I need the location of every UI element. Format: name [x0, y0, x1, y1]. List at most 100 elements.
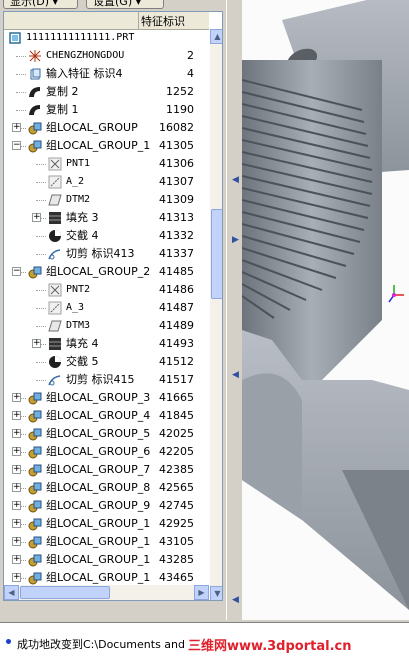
expand-node-icon[interactable]: + — [12, 501, 21, 510]
group-icon — [28, 463, 42, 477]
tree-row-feature-id: 4 — [187, 67, 194, 80]
tree-row-feature-id: 41489 — [159, 319, 194, 332]
tree-row[interactable]: + 组LOCAL_GROUP_9 42745 — [4, 497, 209, 515]
tree-row[interactable]: + 填充 3 41313 — [4, 209, 209, 227]
group-icon — [28, 139, 42, 153]
tree-row[interactable]: A_2 41307 — [4, 173, 209, 191]
tree-connector-line — [36, 164, 46, 165]
expand-node-icon[interactable]: + — [12, 555, 21, 564]
tree-row[interactable]: + 组LOCAL_GROUP_1 43285 — [4, 551, 209, 569]
tree-connector-line — [36, 254, 46, 255]
status-message: 成功地改变到C:\Documents and — [17, 638, 186, 651]
horizontal-scroll-thumb[interactable] — [20, 586, 110, 599]
tree-row[interactable]: PNT1 41306 — [4, 155, 209, 173]
tree-row[interactable]: 输入特征 标识4 4 — [4, 65, 209, 83]
tree-row-label: 组LOCAL_GROUP — [46, 121, 138, 134]
graphics-viewport[interactable] — [242, 0, 409, 620]
tree-horizontal-scrollbar[interactable]: ◀ ▶ — [4, 585, 209, 600]
expand-node-icon[interactable]: + — [12, 447, 21, 456]
splitter-arrow-icon[interactable]: ◀ — [232, 175, 239, 185]
tree-row-label: 组LOCAL_GROUP_7 — [46, 463, 151, 476]
tree-row[interactable]: + 组LOCAL_GROUP_6 42205 — [4, 443, 209, 461]
expand-node-icon[interactable]: + — [12, 429, 21, 438]
splitter-arrow-icon[interactable]: ▶ — [232, 235, 239, 245]
tree-row[interactable]: + 填充 4 41493 — [4, 335, 209, 353]
tree-vertical-scrollbar[interactable]: ▲ ▼ — [210, 29, 222, 600]
tree-row[interactable]: + 组LOCAL_GROUP_5 42025 — [4, 425, 209, 443]
copy-surface-icon — [28, 103, 42, 117]
expand-node-icon[interactable]: + — [12, 573, 21, 582]
tree-row[interactable]: + 组LOCAL_GROUP_7 42385 — [4, 461, 209, 479]
tree-row-label: 组LOCAL_GROUP_1 — [46, 517, 151, 530]
tree-row-label: PNT1 — [66, 158, 91, 169]
tree-row[interactable]: + 组LOCAL_GROUP_1 43105 — [4, 533, 209, 551]
tree-row-feature-id: 16082 — [159, 121, 194, 134]
expand-node-icon[interactable]: + — [12, 537, 21, 546]
tree-row[interactable]: 切剪 标识413 41337 — [4, 245, 209, 263]
tree-row-label: 组LOCAL_GROUP_4 — [46, 409, 151, 422]
scroll-down-arrow-icon[interactable]: ▼ — [210, 586, 222, 600]
tree-row[interactable]: + 组LOCAL_GROUP_4 41845 — [4, 407, 209, 425]
tree-row[interactable]: + 组LOCAL_GROUP 16082 — [4, 119, 209, 137]
tree-row-label: 交截 5 — [66, 355, 99, 368]
expand-node-icon[interactable]: + — [32, 339, 41, 348]
settings-menu-button[interactable]: 设置(G) ▾ — [86, 0, 164, 9]
tree-row-label: 复制 1 — [46, 103, 79, 116]
tree-row[interactable]: − 组LOCAL_GROUP_2 41485 — [4, 263, 209, 281]
expand-node-icon[interactable]: + — [12, 411, 21, 420]
expand-node-icon[interactable]: + — [12, 519, 21, 528]
tree-row[interactable]: 复制 1 1190 — [4, 101, 209, 119]
tree-row[interactable]: + 组LOCAL_GROUP_1 42925 — [4, 515, 209, 533]
expand-node-icon[interactable]: + — [12, 393, 21, 402]
tree-row[interactable]: CHENGZHONGDOU 2 — [4, 47, 209, 65]
tree-row[interactable]: PNT2 41486 — [4, 281, 209, 299]
tree-row[interactable]: A_3 41487 — [4, 299, 209, 317]
tree-row[interactable]: DTM2 41309 — [4, 191, 209, 209]
tree-row[interactable]: 交截 4 41332 — [4, 227, 209, 245]
tree-row-feature-id: 41486 — [159, 283, 194, 296]
tree-connector-line — [36, 200, 46, 201]
scroll-up-arrow-icon[interactable]: ▲ — [210, 29, 222, 44]
scroll-left-arrow-icon[interactable]: ◀ — [4, 585, 19, 600]
tree-row-feature-id: 41493 — [159, 337, 194, 350]
tree-row-label: 11111111111111.PRT — [26, 32, 135, 43]
tree-row-feature-id: 1190 — [166, 103, 194, 116]
tree-row[interactable]: + 组LOCAL_GROUP_8 42565 — [4, 479, 209, 497]
tree-row-label: 组LOCAL_GROUP_2 — [46, 265, 151, 278]
splitter-arrow-icon[interactable]: ◀ — [232, 595, 239, 605]
tree-row[interactable]: 复制 2 1252 — [4, 83, 209, 101]
intersect-icon — [48, 355, 62, 369]
tree-row[interactable]: 切剪 标识415 41517 — [4, 371, 209, 389]
scroll-right-arrow-icon[interactable]: ▶ — [194, 585, 209, 600]
trim-icon — [48, 373, 62, 387]
group-icon — [28, 121, 42, 135]
expand-node-icon[interactable]: + — [12, 465, 21, 474]
expand-node-icon[interactable]: + — [12, 123, 21, 132]
datum-axis-icon — [48, 301, 62, 315]
tree-row-label: 组LOCAL_GROUP_1 — [46, 535, 151, 548]
tree-row-feature-id: 41512 — [159, 355, 194, 368]
tree-row-label: 组LOCAL_GROUP_8 — [46, 481, 151, 494]
tree-row-label: 组LOCAL_GROUP_1 — [46, 571, 151, 584]
tree-row-feature-id: 41337 — [159, 247, 194, 260]
tree-row[interactable]: 11111111111111.PRT — [4, 29, 209, 47]
tree-row-feature-id: 42025 — [159, 427, 194, 440]
tree-column-name[interactable] — [4, 12, 139, 29]
tree-row-label: 交截 4 — [66, 229, 99, 242]
tree-row[interactable]: DTM3 41489 — [4, 317, 209, 335]
splitter-arrow-icon[interactable]: ◀ — [232, 370, 239, 380]
tree-row[interactable]: − 组LOCAL_GROUP_1 41305 — [4, 137, 209, 155]
vertical-scroll-thumb[interactable] — [211, 209, 222, 299]
expand-node-icon[interactable]: + — [12, 483, 21, 492]
tree-row[interactable]: 交截 5 41512 — [4, 353, 209, 371]
panel-splitter[interactable]: ◀ ▶ ◀ ◀ — [226, 0, 243, 620]
tree-row[interactable]: + 组LOCAL_GROUP_3 41665 — [4, 389, 209, 407]
tree-row-feature-id: 41517 — [159, 373, 194, 386]
collapse-node-icon[interactable]: − — [12, 267, 21, 276]
part-icon — [8, 31, 22, 45]
collapse-node-icon[interactable]: − — [12, 141, 21, 150]
toolbar: 显示(D) ▾ 设置(G) ▾ — [0, 0, 240, 11]
feature-id-column-header[interactable]: 特征标识 — [141, 13, 185, 29]
expand-node-icon[interactable]: + — [32, 213, 41, 222]
show-menu-button[interactable]: 显示(D) ▾ — [3, 0, 78, 9]
